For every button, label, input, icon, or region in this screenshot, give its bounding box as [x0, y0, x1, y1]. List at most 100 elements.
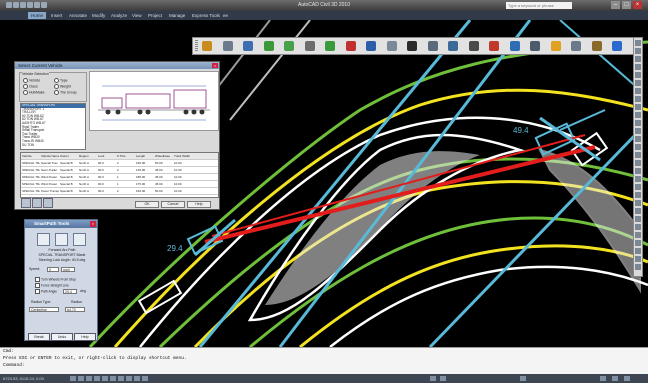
radio-tire-group[interactable]: Tire Group	[54, 90, 77, 95]
grid-header-cell[interactable]: Vehicle	[21, 153, 40, 159]
forward-arc-icon[interactable]	[37, 233, 50, 246]
info-icon[interactable]	[612, 41, 622, 51]
tab-insert[interactable]: Insert	[51, 12, 62, 19]
workspace-icon[interactable]	[600, 376, 606, 381]
grid-icon[interactable]	[448, 41, 458, 51]
wheel-turn-icon[interactable]	[73, 233, 86, 246]
grid-toggle[interactable]	[78, 376, 84, 381]
tool-icon[interactable]	[635, 224, 641, 230]
radio-weight[interactable]: Weight	[54, 84, 71, 89]
tab-home[interactable]: Home	[28, 12, 47, 19]
copy-icon[interactable]	[530, 41, 540, 51]
radius-type-select[interactable]: Centerline	[29, 307, 59, 312]
lock-icon[interactable]	[612, 376, 618, 381]
force-straight-checkbox[interactable]: Force Straight Line	[35, 283, 69, 288]
pencil-icon[interactable]	[202, 41, 212, 51]
swept-icon[interactable]	[284, 41, 294, 51]
vehicle-list[interactable]: SPECIAL TRANSPORT TRANSPORT 1 TRA-LER 60…	[20, 103, 86, 150]
table-row[interactable]: SPECIAL TRATower TranspSpecial B North A9…	[21, 188, 218, 195]
eraser-icon[interactable]	[427, 41, 438, 51]
spline-icon[interactable]	[345, 41, 356, 51]
tool-icon[interactable]	[635, 112, 641, 118]
tool-icon[interactable]	[635, 72, 641, 78]
add-vehicle-icon[interactable]	[21, 198, 31, 208]
minimize-button[interactable]: –	[611, 1, 620, 9]
path-icon[interactable]	[263, 41, 274, 51]
list-item[interactable]: SU TON	[21, 143, 85, 148]
tool-icon[interactable]	[635, 192, 641, 198]
grid-header-cell[interactable]: Wheelbase	[154, 153, 173, 159]
reverse-arc-icon[interactable]	[55, 233, 68, 246]
tab-view[interactable]: View	[132, 12, 142, 19]
tool-icon[interactable]	[635, 248, 641, 254]
tool-icon[interactable]	[635, 216, 641, 222]
grid-header-cell[interactable]: # Trlrs	[116, 153, 135, 159]
vehicle-icon[interactable]	[222, 41, 233, 51]
help-button[interactable]: Help	[74, 333, 96, 341]
model-button[interactable]	[430, 376, 436, 381]
qp-toggle[interactable]	[142, 376, 148, 381]
cancel-button[interactable]: Cancel	[161, 201, 185, 208]
tool-icon[interactable]	[635, 48, 641, 54]
tool-icon[interactable]	[635, 232, 641, 238]
tool-icon[interactable]	[635, 144, 641, 150]
radio-type[interactable]: Type	[54, 78, 68, 83]
command-prompt[interactable]: Command:	[3, 362, 648, 369]
tool-icon[interactable]	[635, 128, 641, 134]
grid-header-cell[interactable]: Region	[78, 153, 97, 159]
tool-icon[interactable]	[635, 184, 641, 190]
x-icon[interactable]	[366, 41, 376, 51]
ortho-toggle[interactable]	[86, 376, 92, 381]
grid-header-cell[interactable]: Track Width	[173, 153, 192, 159]
palette-close-button[interactable]: ×	[90, 221, 96, 227]
dialog-close-button[interactable]: ×	[212, 63, 218, 68]
dyn-toggle[interactable]	[126, 376, 132, 381]
break-button[interactable]: Break	[28, 333, 50, 341]
annotation-scale[interactable]	[520, 376, 526, 381]
tool-icon[interactable]	[635, 160, 641, 166]
tab-analyze[interactable]: Analyze	[111, 12, 127, 19]
table-row[interactable]: SPECIAL TRASemi-Trailer Special B North A 9…	[21, 167, 218, 174]
clean-screen-icon[interactable]	[624, 376, 630, 381]
radius-input[interactable]: 64.70	[65, 307, 85, 312]
tool-icon[interactable]	[635, 120, 641, 126]
vehicle-grid[interactable]: Vehicle Vehicle NameOwner Region Lock # Trlr…	[20, 152, 219, 198]
toolbar-grip[interactable]	[195, 40, 198, 52]
undo-button[interactable]: Undo	[51, 333, 73, 341]
radio-hull-make[interactable]: Hull/Make	[23, 90, 45, 95]
tool-icon[interactable]	[635, 200, 641, 206]
tab-project[interactable]: Project	[148, 12, 162, 19]
tab-express-tools[interactable]: Express Tools	[192, 12, 220, 19]
pointer-icon[interactable]	[407, 41, 417, 51]
lightbulb-icon[interactable]	[550, 41, 561, 51]
ok-button[interactable]: OK	[135, 201, 159, 208]
grid-header-cell[interactable]: Length	[135, 153, 154, 159]
library-icon[interactable]	[43, 198, 53, 208]
tab-manage[interactable]: Manage	[169, 12, 185, 19]
grid-header-cell[interactable]: Lock	[97, 153, 116, 159]
ducs-toggle[interactable]	[118, 376, 124, 381]
quick-access-toolbar[interactable]	[6, 2, 52, 9]
table-row[interactable]: SPECIAL TRAWind Power Special B North A 90.…	[21, 181, 218, 188]
path-angle-input[interactable]: 29.4	[63, 289, 77, 294]
wheel-icon[interactable]	[304, 41, 315, 51]
snap-toggle[interactable]	[70, 376, 76, 381]
path-angle-checkbox[interactable]: Path Angle	[35, 289, 57, 294]
lwt-toggle[interactable]	[134, 376, 140, 381]
tool-icon[interactable]	[635, 104, 641, 110]
radio-class[interactable]: Class	[23, 84, 38, 89]
close-button[interactable]: ×	[633, 1, 642, 9]
arc-icon[interactable]	[325, 41, 335, 51]
tool-icon[interactable]	[635, 208, 641, 214]
tool-icon[interactable]	[635, 64, 641, 70]
table-icon[interactable]	[468, 41, 479, 51]
tool-icon[interactable]	[635, 96, 641, 102]
tool-icon[interactable]	[635, 40, 641, 46]
table-row[interactable]: SPECIAL TRASpecial Tran Special B North A 9…	[21, 160, 218, 167]
tool-icon[interactable]	[635, 136, 641, 142]
tool-icon[interactable]	[635, 88, 641, 94]
turn-wheels-checkbox[interactable]: Turn Wheels Front Stop	[35, 277, 76, 282]
tool-icon[interactable]	[635, 176, 641, 182]
help-button[interactable]: Help	[187, 201, 211, 208]
tool-icon[interactable]	[635, 168, 641, 174]
